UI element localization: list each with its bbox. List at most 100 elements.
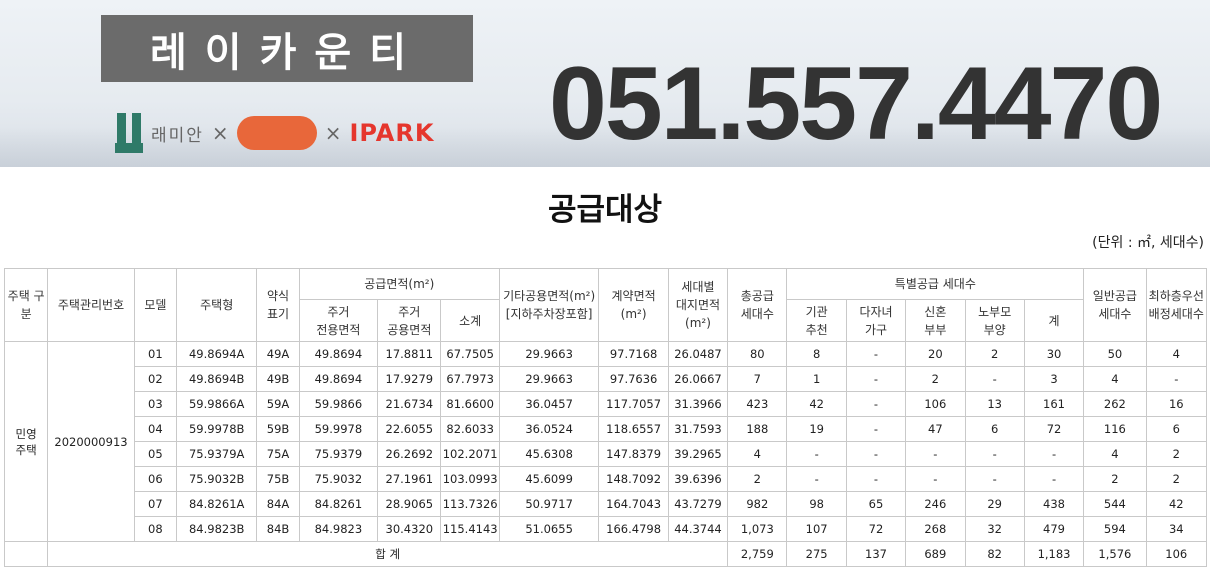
cell-house-type: 59.9978B xyxy=(175,416,258,442)
cell-elderly-parent: 2 xyxy=(964,341,1025,367)
header-residential-common: 주거 공용면적 xyxy=(377,299,442,342)
cell-general-supply: 4 xyxy=(1083,441,1147,467)
cell-common-area: 17.9279 xyxy=(377,366,442,392)
cell-abbr: 49A xyxy=(256,341,300,367)
cell-exclusive-area: 84.9823 xyxy=(298,516,379,542)
cell-general-supply: 116 xyxy=(1083,416,1147,442)
cell-other-common-area: 51.0655 xyxy=(498,516,600,542)
header-land-area: 세대별 대지면적 (m²) xyxy=(667,268,729,342)
table-row: 04 59.9978B 59B 59.9978 22.6055 82.6033 36.052… xyxy=(5,416,1208,442)
cell-model: 06 xyxy=(133,466,177,492)
cell-subtotal: 67.7973 xyxy=(440,366,500,392)
cell-model: 01 xyxy=(133,341,177,367)
cell-model: 07 xyxy=(133,491,177,517)
cell-common-area: 27.1961 xyxy=(377,466,442,492)
cell-common-area: 22.6055 xyxy=(377,416,442,442)
cell-total-supply: 80 xyxy=(727,341,788,367)
cell-abbr: 75B xyxy=(256,466,300,492)
cell-common-area: 21.6734 xyxy=(377,391,442,417)
cell-exclusive-area: 75.9032 xyxy=(298,466,379,492)
cell-housing-type: 민영 주택 xyxy=(3,341,49,542)
redacted-partner-logo xyxy=(236,116,317,150)
cell-elderly-parent: 6 xyxy=(964,416,1025,442)
cell-top-floor: 2 xyxy=(1145,466,1208,492)
cell-model: 08 xyxy=(133,516,177,542)
cell-total-supply: 2 xyxy=(727,466,788,492)
table-row: 민영 주택 2020000913 01 49.8694A 49A 49.8694 17.88… xyxy=(3,341,1208,542)
cell-exclusive-area: 49.8694 xyxy=(298,366,379,392)
cell-special-total: 438 xyxy=(1023,491,1085,517)
header-multi-child: 다자녀 가구 xyxy=(845,299,907,342)
cell-multi-child: - xyxy=(845,341,907,367)
cell-land-area: 26.0487 xyxy=(667,341,729,367)
total-cell-general: 1,576 xyxy=(1083,541,1147,567)
cell-exclusive-area: 59.9978 xyxy=(298,416,379,442)
phone-number: 051.557.4470 xyxy=(549,46,1163,162)
cell-land-area: 44.3744 xyxy=(667,516,729,542)
header-subtotal: 소계 xyxy=(440,299,500,342)
brand-name: 레이카운티 xyxy=(150,29,424,76)
cell-institution: 107 xyxy=(786,516,847,542)
cell-multi-child: - xyxy=(845,391,907,417)
header-special-total: 계 xyxy=(1023,299,1085,342)
totals-blank xyxy=(3,541,49,567)
cell-land-area: 31.7593 xyxy=(667,416,729,442)
cell-institution: - xyxy=(786,441,847,467)
cell-model: 04 xyxy=(133,416,177,442)
header-mgmt-no: 주택관리번호 xyxy=(47,268,135,342)
cell-general-supply: 50 xyxy=(1083,341,1147,367)
cell-contract-area: 118.6557 xyxy=(598,416,669,442)
cell-land-area: 31.3966 xyxy=(667,391,729,417)
header-special-supply: 특별공급 세대수 xyxy=(786,268,1085,300)
cell-elderly-parent: - xyxy=(964,466,1025,492)
cell-total-supply: 423 xyxy=(727,391,788,417)
cell-common-area: 30.4320 xyxy=(377,516,442,542)
cell-subtotal: 81.6600 xyxy=(440,391,500,417)
cell-special-total: 3 xyxy=(1023,366,1085,392)
cell-multi-child: - xyxy=(845,416,907,442)
cell-house-type: 49.8694B xyxy=(175,366,258,392)
unit-note: (단위 : ㎡, 세대수) xyxy=(1092,235,1204,251)
cell-elderly-parent: 13 xyxy=(964,391,1025,417)
cell-subtotal: 113.7326 xyxy=(440,491,500,517)
header-contract-area: 계약면적 (m²) xyxy=(598,268,669,342)
raemian-label: 래미안 xyxy=(151,125,204,146)
cell-other-common-area: 45.6099 xyxy=(498,466,600,492)
cell-abbr: 49B xyxy=(256,366,300,392)
cell-newlywed: - xyxy=(905,466,966,492)
cell-abbr: 75A xyxy=(256,441,300,467)
header-general-supply: 일반공급 세대수 xyxy=(1083,268,1147,342)
cell-house-type: 84.9823B xyxy=(175,516,258,542)
table-row: 06 75.9032B 75B 75.9032 27.1961 103.0993 45.60… xyxy=(5,466,1208,492)
cell-abbr: 84B xyxy=(256,516,300,542)
cell-contract-area: 97.7168 xyxy=(598,341,669,367)
total-cell-top: 106 xyxy=(1145,541,1208,567)
cell-house-type: 75.9032B xyxy=(175,466,258,492)
totals-label: 합 계 xyxy=(47,541,729,567)
cell-institution: 98 xyxy=(786,491,847,517)
cell-multi-child: - xyxy=(845,466,907,492)
cell-common-area: 28.9065 xyxy=(377,491,442,517)
times-icon: × xyxy=(211,121,229,145)
cell-elderly-parent: - xyxy=(964,441,1025,467)
total-cell-newly: 689 xyxy=(905,541,966,567)
cell-abbr: 59A xyxy=(256,391,300,417)
cell-special-total: - xyxy=(1023,466,1085,492)
cell-subtotal: 115.4143 xyxy=(440,516,500,542)
cell-total-supply: 1,073 xyxy=(727,516,788,542)
total-cell-multi: 137 xyxy=(845,541,907,567)
header-institution: 기관 추천 xyxy=(786,299,847,342)
page-title: 공급대상 xyxy=(547,192,663,228)
cell-elderly-parent: 32 xyxy=(964,516,1025,542)
cell-multi-child: 72 xyxy=(845,516,907,542)
total-cell-total: 2,759 xyxy=(727,541,788,567)
cell-general-supply: 2 xyxy=(1083,466,1147,492)
cell-common-area: 17.8811 xyxy=(377,341,442,367)
cell-special-total: 161 xyxy=(1023,391,1085,417)
cell-multi-child: - xyxy=(845,441,907,467)
table-row: 08 84.9823B 84B 84.9823 30.4320 115.4143 51.06… xyxy=(5,516,1208,542)
cell-top-floor: - xyxy=(1145,366,1208,392)
cell-other-common-area: 36.0524 xyxy=(498,416,600,442)
cell-newlywed: 47 xyxy=(905,416,966,442)
cell-newlywed: 106 xyxy=(905,391,966,417)
